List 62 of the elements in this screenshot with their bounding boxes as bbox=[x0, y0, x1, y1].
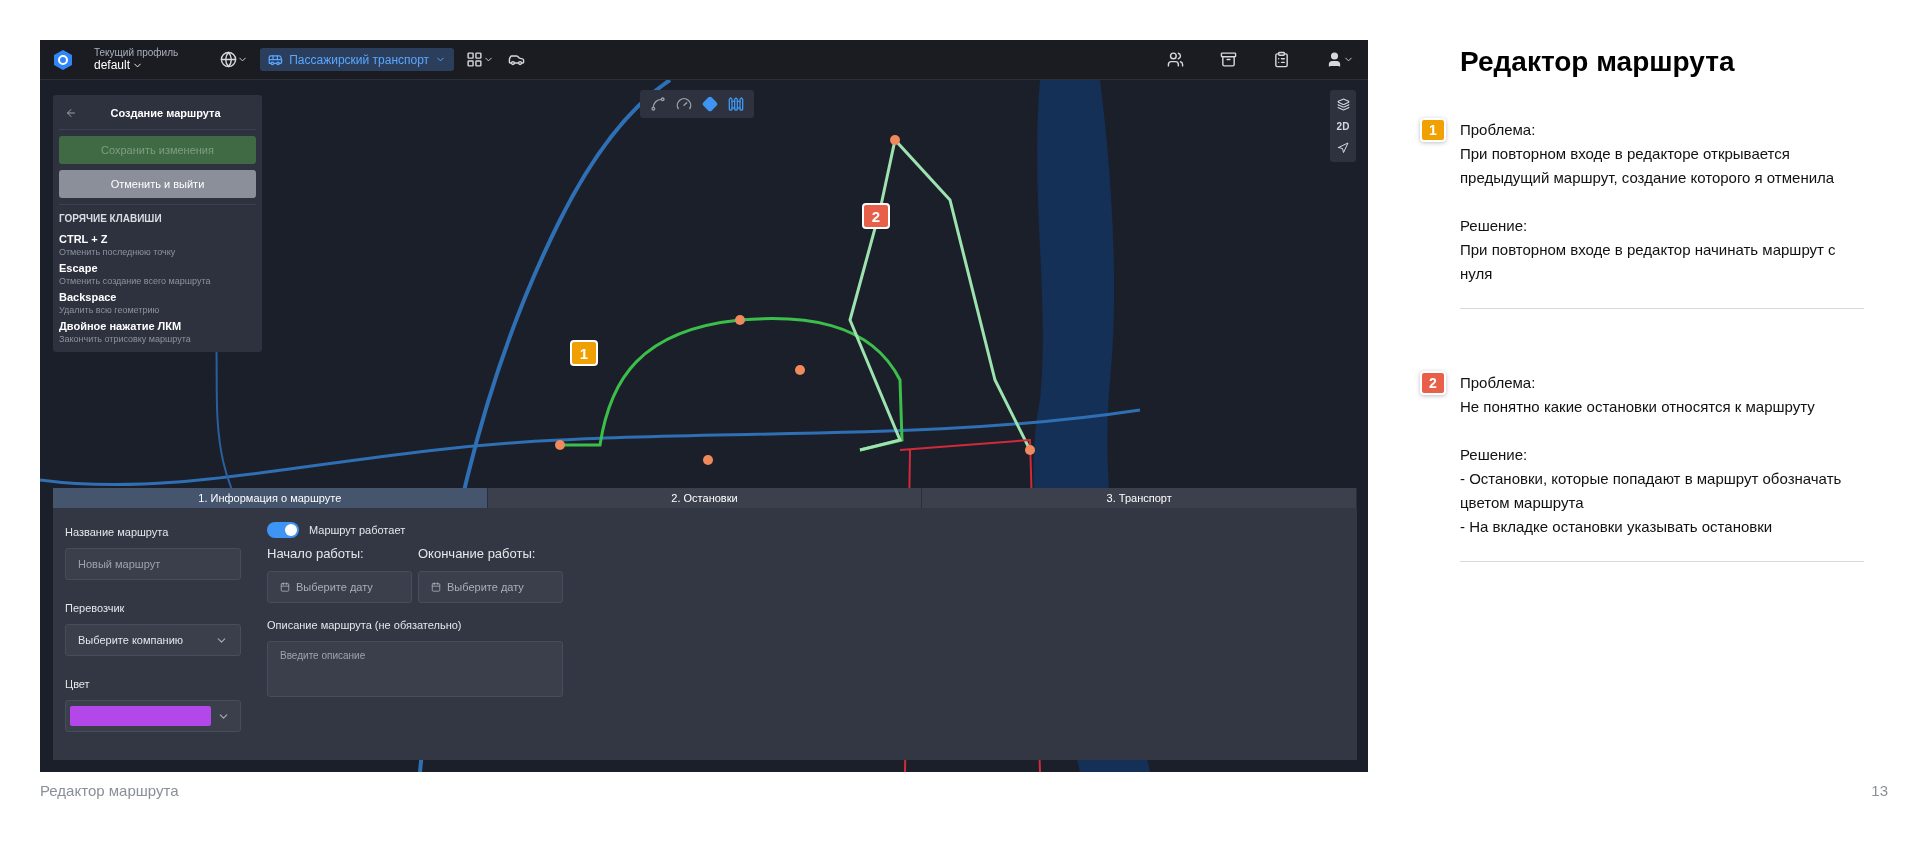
tab[interactable]: 2. Остановки bbox=[487, 488, 923, 508]
calendar-icon bbox=[431, 582, 441, 592]
hotkey-name: Backspace bbox=[59, 291, 118, 303]
carrier-select[interactable]: Выберите компанию bbox=[65, 624, 241, 656]
note-label: Проблема: bbox=[1460, 120, 1537, 140]
number-badge: 2 bbox=[1420, 371, 1446, 395]
color-select[interactable] bbox=[65, 700, 241, 732]
bus-icon bbox=[268, 52, 284, 67]
profile-label: Текущий профиль bbox=[94, 47, 179, 58]
layers-icon[interactable] bbox=[1334, 96, 1352, 113]
toggle-switch[interactable] bbox=[267, 522, 299, 538]
transport-dropdown[interactable]: Пассажирский транспорт bbox=[260, 48, 455, 71]
tab[interactable]: 3. Транспорт bbox=[922, 488, 1357, 508]
logo-icon bbox=[52, 48, 74, 71]
page-number: 13 bbox=[1871, 782, 1888, 799]
users-icon[interactable] bbox=[1165, 49, 1186, 70]
hotkey-name: Escape bbox=[59, 262, 99, 274]
number-badge: 1 bbox=[1420, 118, 1446, 142]
diamond-icon[interactable] bbox=[702, 96, 718, 112]
field-label: Цвет bbox=[65, 678, 91, 690]
note-text: Не понятно какие остановки относятся к маршруту bbox=[1460, 397, 1816, 417]
field-label: Перевозчик bbox=[65, 602, 126, 614]
date-field[interactable]: Выберите дату bbox=[418, 571, 563, 603]
hotkey-description: Отменить последнюю точку bbox=[59, 247, 177, 257]
hotkey-description: Отменить создание всего маршрута bbox=[59, 276, 212, 286]
note-label: Проблема: bbox=[1460, 373, 1537, 393]
number-marker: 2 bbox=[862, 203, 890, 229]
fence-icon[interactable] bbox=[728, 96, 744, 112]
field-label: Начало работы: bbox=[267, 546, 365, 561]
note-text: - На вкладке остановки указывать остановки bbox=[1460, 517, 1774, 537]
note-text: - Остановки, которые попадают в маршрут обозначать цветом маршрута bbox=[1460, 469, 1843, 513]
slide-title: Редактор маршрута bbox=[1459, 46, 1736, 78]
note-text: При повторном входе в редакторе открывается предыдущий маршрут, создание которого я отменила bbox=[1460, 144, 1836, 188]
hotkeys-heading: ГОРЯЧИЕ КЛАВИШИ bbox=[59, 204, 256, 224]
date-field[interactable]: Выберите дату bbox=[267, 571, 412, 603]
field-label: Окончание работы: bbox=[418, 546, 537, 561]
profile-dropdown[interactable]: default bbox=[94, 58, 179, 72]
hotkey-name: CTRL + Z bbox=[59, 233, 109, 245]
user-icon bbox=[1326, 51, 1343, 68]
footer-title: Редактор маршрута bbox=[40, 782, 179, 799]
hotkey-name: Двойное нажатие ЛКМ bbox=[59, 320, 183, 332]
hotkey-description: Удалить всю геометрию bbox=[59, 305, 161, 315]
note-label: Решение: bbox=[1460, 445, 1529, 465]
description-input[interactable]: Введите описание bbox=[267, 641, 563, 697]
panel-title: Создание маршрута bbox=[109, 107, 222, 119]
tab[interactable]: 1. Информация о маршруте bbox=[53, 488, 488, 508]
map-mode-button[interactable]: 2D bbox=[1336, 121, 1350, 132]
globe-icon bbox=[220, 51, 238, 68]
spline-icon[interactable] bbox=[650, 96, 666, 112]
calendar-icon bbox=[280, 582, 290, 592]
note-label: Решение: bbox=[1460, 216, 1529, 236]
number-marker: 1 bbox=[570, 340, 598, 366]
archive-icon[interactable] bbox=[1218, 49, 1239, 70]
note-text: При повторном входе в редактор начинать маршрут с нуля bbox=[1460, 240, 1837, 284]
toggle-label: Маршрут работает bbox=[309, 524, 406, 536]
grid-icon bbox=[466, 51, 484, 68]
hotkey-description: Закончить отрисовку маршрута bbox=[59, 334, 192, 344]
gauge-icon[interactable] bbox=[676, 96, 692, 112]
compass-icon[interactable] bbox=[1335, 140, 1351, 156]
field-label: Название маршрута bbox=[65, 526, 170, 538]
field-label: Описание маршрута (не обязательно) bbox=[267, 619, 463, 631]
name-input[interactable]: Новый маршрут bbox=[65, 548, 241, 580]
